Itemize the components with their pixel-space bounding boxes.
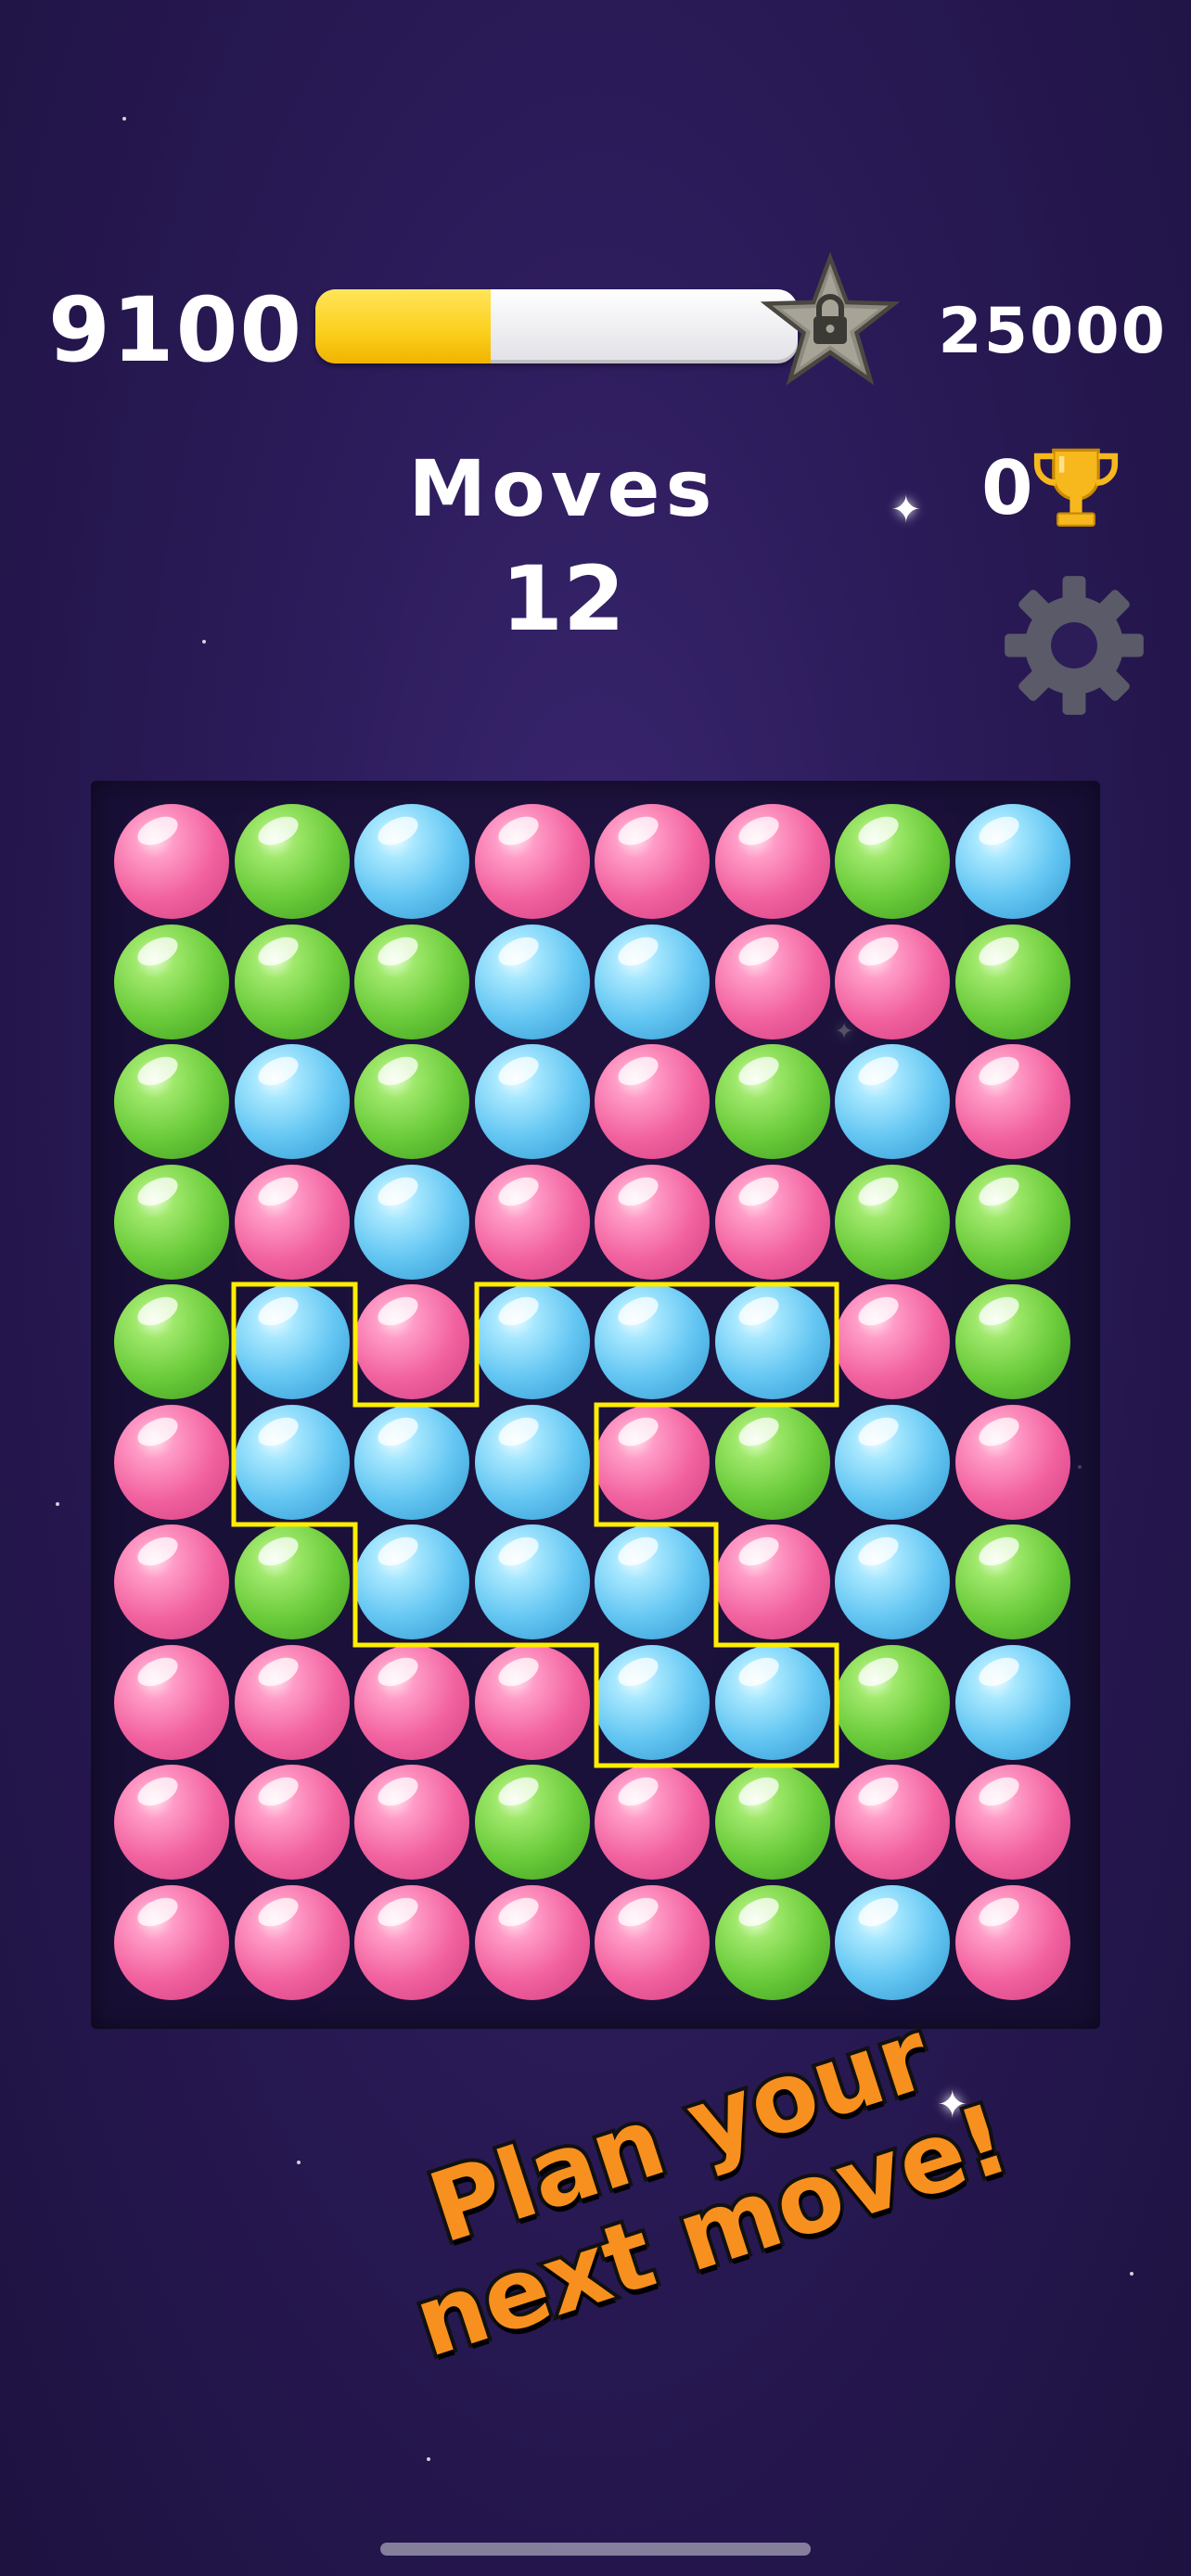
pink-bubble[interactable] — [114, 1765, 229, 1880]
green-bubble[interactable] — [714, 1765, 830, 1880]
pink-bubble[interactable] — [954, 1765, 1070, 1880]
green-bubble[interactable] — [234, 804, 350, 919]
blue-bubble[interactable] — [835, 1884, 950, 2000]
blue-bubble[interactable] — [835, 1404, 950, 1520]
pink-bubble[interactable] — [234, 1765, 350, 1880]
green-bubble[interactable] — [474, 1765, 590, 1880]
score-progress-bar — [315, 289, 798, 363]
blue-bubble[interactable] — [474, 1044, 590, 1159]
blue-bubble[interactable] — [835, 1524, 950, 1639]
pink-bubble[interactable] — [114, 1884, 229, 2000]
pink-bubble[interactable] — [595, 1044, 710, 1159]
pink-bubble[interactable] — [114, 804, 229, 919]
pink-bubble[interactable] — [714, 1524, 830, 1639]
trophy-icon — [1033, 448, 1119, 527]
promo-slogan: Plan your next move! — [319, 1970, 1071, 2391]
gear-icon[interactable] — [1002, 573, 1146, 718]
blue-bubble[interactable] — [835, 1044, 950, 1159]
green-bubble[interactable] — [954, 924, 1070, 1039]
pink-bubble[interactable] — [835, 1765, 950, 1880]
game-board — [91, 781, 1100, 2029]
blue-bubble[interactable] — [595, 1644, 710, 1760]
pink-bubble[interactable] — [714, 1164, 830, 1280]
pink-bubble[interactable] — [595, 1765, 710, 1880]
pink-bubble[interactable] — [595, 804, 710, 919]
green-bubble[interactable] — [835, 804, 950, 919]
blue-bubble[interactable] — [474, 1284, 590, 1399]
pink-bubble[interactable] — [595, 1404, 710, 1520]
blue-bubble[interactable] — [474, 1404, 590, 1520]
blue-bubble[interactable] — [354, 1524, 469, 1639]
blue-bubble[interactable] — [474, 1524, 590, 1639]
home-indicator — [380, 2543, 811, 2556]
pink-bubble[interactable] — [474, 1644, 590, 1760]
pink-bubble[interactable] — [114, 1644, 229, 1760]
pink-bubble[interactable] — [474, 1884, 590, 2000]
pink-bubble[interactable] — [714, 924, 830, 1039]
score-progress-fill — [315, 289, 492, 363]
pink-bubble[interactable] — [234, 1884, 350, 2000]
green-bubble[interactable] — [114, 1044, 229, 1159]
blue-bubble[interactable] — [954, 1644, 1070, 1760]
pink-bubble[interactable] — [114, 1404, 229, 1520]
blue-bubble[interactable] — [474, 924, 590, 1039]
green-bubble[interactable] — [835, 1644, 950, 1760]
blue-bubble[interactable] — [595, 924, 710, 1039]
blue-bubble[interactable] — [595, 1284, 710, 1399]
green-bubble[interactable] — [234, 1524, 350, 1639]
pink-bubble[interactable] — [234, 1164, 350, 1280]
pink-bubble[interactable] — [474, 804, 590, 919]
pink-bubble[interactable] — [354, 1644, 469, 1760]
lock-star-icon — [761, 252, 900, 386]
blue-bubble[interactable] — [954, 804, 1070, 919]
green-bubble[interactable] — [714, 1044, 830, 1159]
pink-bubble[interactable] — [595, 1884, 710, 2000]
blue-bubble[interactable] — [595, 1524, 710, 1639]
blue-bubble[interactable] — [234, 1044, 350, 1159]
green-bubble[interactable] — [114, 1164, 229, 1280]
blue-bubble[interactable] — [714, 1284, 830, 1399]
pink-bubble[interactable] — [474, 1164, 590, 1280]
green-bubble[interactable] — [234, 924, 350, 1039]
green-bubble[interactable] — [954, 1164, 1070, 1280]
blue-bubble[interactable] — [234, 1404, 350, 1520]
target-score: 25000 — [938, 295, 1167, 368]
green-bubble[interactable] — [114, 924, 229, 1039]
blue-bubble[interactable] — [354, 1404, 469, 1520]
pink-bubble[interactable] — [835, 924, 950, 1039]
green-bubble[interactable] — [954, 1284, 1070, 1399]
blue-bubble[interactable] — [234, 1284, 350, 1399]
green-bubble[interactable] — [954, 1524, 1070, 1639]
pink-bubble[interactable] — [234, 1644, 350, 1760]
pink-bubble[interactable] — [954, 1404, 1070, 1520]
green-bubble[interactable] — [354, 924, 469, 1039]
blue-bubble[interactable] — [354, 804, 469, 919]
green-bubble[interactable] — [354, 1044, 469, 1159]
blue-bubble[interactable] — [354, 1164, 469, 1280]
pink-bubble[interactable] — [114, 1524, 229, 1639]
green-bubble[interactable] — [114, 1284, 229, 1399]
pink-bubble[interactable] — [354, 1284, 469, 1399]
pink-bubble[interactable] — [835, 1284, 950, 1399]
pink-bubble[interactable] — [354, 1884, 469, 2000]
pink-bubble[interactable] — [595, 1164, 710, 1280]
blue-bubble[interactable] — [714, 1644, 830, 1760]
score-value: 9100 — [48, 278, 304, 382]
pink-bubble[interactable] — [714, 804, 830, 919]
green-bubble[interactable] — [714, 1404, 830, 1520]
green-bubble[interactable] — [714, 1884, 830, 2000]
green-bubble[interactable] — [835, 1164, 950, 1280]
pink-bubble[interactable] — [354, 1765, 469, 1880]
pink-bubble[interactable] — [954, 1044, 1070, 1159]
